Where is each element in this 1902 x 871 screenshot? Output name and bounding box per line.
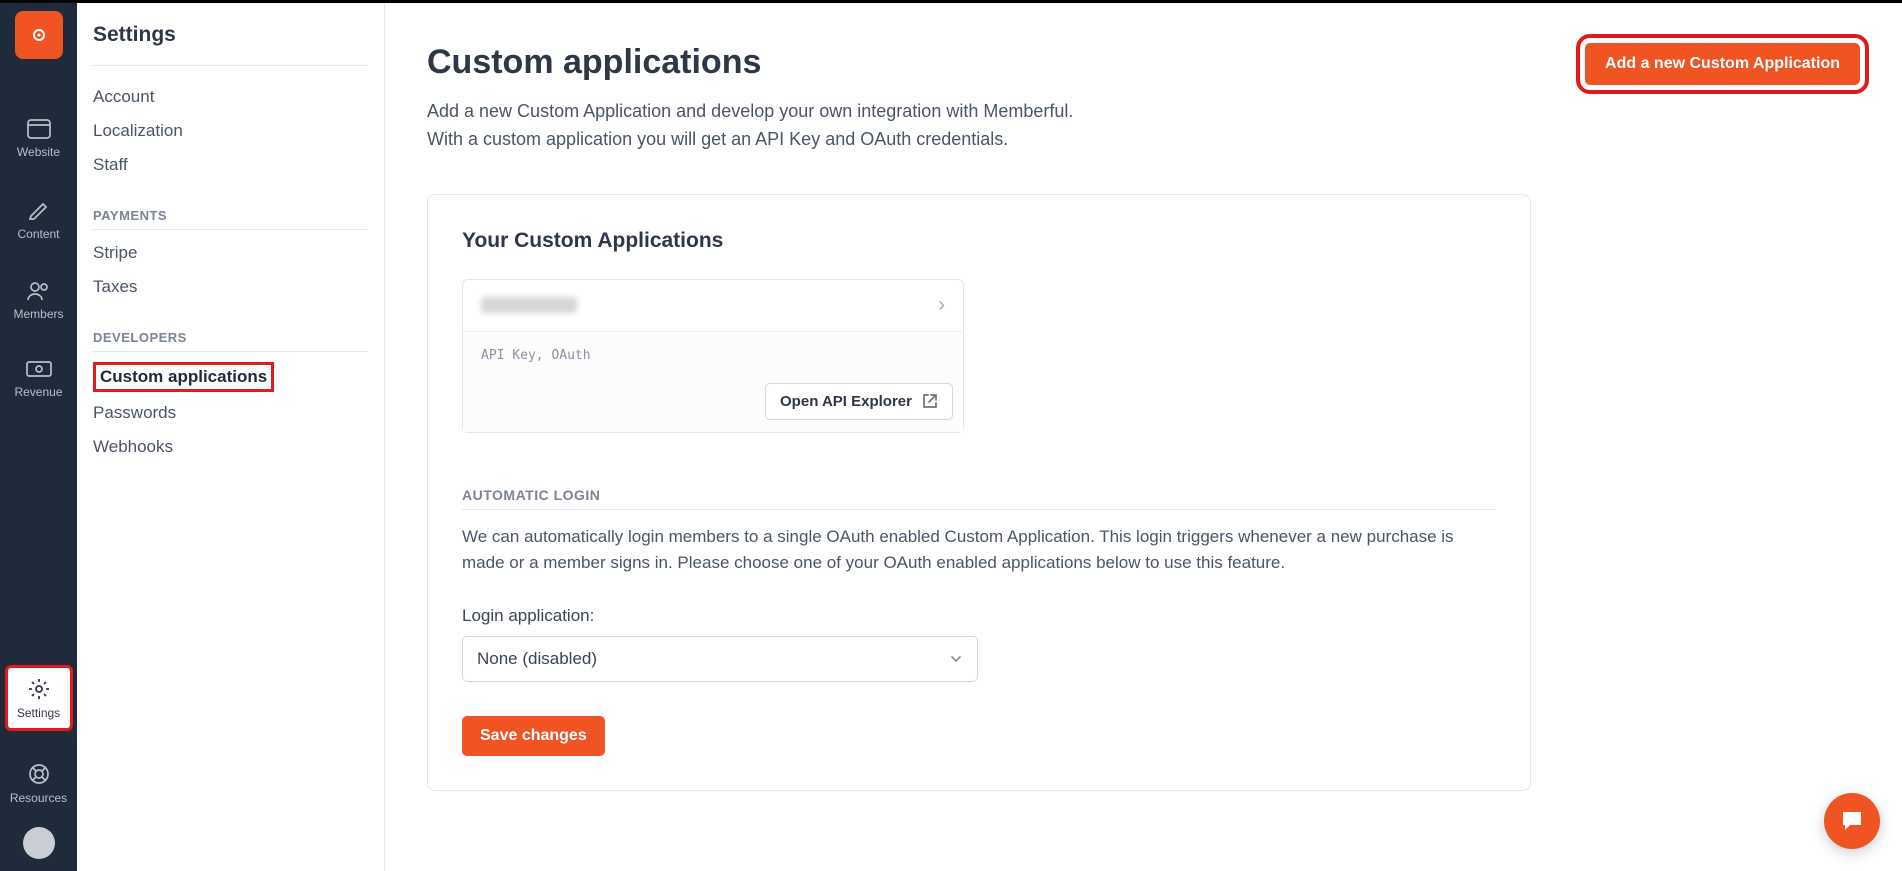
- nav-revenue[interactable]: Revenue: [5, 351, 73, 407]
- settings-link-account[interactable]: Account: [93, 80, 368, 114]
- login-application-label: Login application:: [462, 606, 1496, 626]
- people-icon: [26, 281, 52, 301]
- nav-website[interactable]: Website: [5, 109, 73, 167]
- nav-resources[interactable]: Resources: [5, 753, 73, 813]
- settings-link-staff[interactable]: Staff: [93, 148, 368, 182]
- save-changes-button[interactable]: Save changes: [462, 716, 605, 756]
- user-avatar[interactable]: [23, 827, 55, 859]
- main-content: Custom applications Add a new Custom App…: [385, 3, 1902, 871]
- application-name-redacted: [481, 297, 577, 313]
- lifebuoy-icon: [28, 763, 50, 785]
- application-meta: API Key, OAuth: [463, 332, 963, 375]
- nav-label: Website: [17, 145, 60, 159]
- browser-icon: [27, 119, 51, 139]
- settings-section-developers: DEVELOPERS: [93, 304, 368, 352]
- nav-label: Resources: [10, 791, 67, 805]
- nav-members[interactable]: Members: [5, 271, 73, 329]
- chat-icon: [1839, 808, 1865, 834]
- settings-link-passwords[interactable]: Passwords: [93, 396, 368, 430]
- chevron-down-icon: [949, 652, 963, 666]
- automatic-login-header: AUTOMATIC LOGIN: [462, 487, 1496, 510]
- custom-applications-card: Your Custom Applications › API Key, OAut…: [427, 194, 1531, 792]
- nav-label: Settings: [17, 706, 60, 720]
- application-row[interactable]: ›: [463, 280, 963, 332]
- add-custom-application-button[interactable]: Add a new Custom Application: [1585, 43, 1860, 85]
- settings-link-taxes[interactable]: Taxes: [93, 270, 368, 304]
- login-application-select[interactable]: None (disabled): [462, 636, 978, 682]
- settings-link-custom-applications[interactable]: Custom applications: [93, 362, 274, 392]
- brand-logo[interactable]: [15, 11, 63, 59]
- open-api-explorer-button[interactable]: Open API Explorer: [765, 383, 953, 420]
- nav-content[interactable]: Content: [5, 189, 73, 249]
- settings-link-stripe[interactable]: Stripe: [93, 236, 368, 270]
- gear-icon: [28, 678, 50, 700]
- money-icon: [26, 361, 52, 379]
- external-link-icon: [922, 393, 938, 409]
- page-subtitle-2: With a custom application you will get a…: [427, 126, 1073, 154]
- pencil-icon: [28, 199, 50, 221]
- page-title: Custom applications: [427, 43, 1073, 82]
- settings-section-payments: PAYMENTS: [93, 182, 368, 230]
- nav-settings[interactable]: Settings: [5, 665, 73, 731]
- logo-icon: [32, 28, 46, 42]
- settings-title: Settings: [93, 23, 368, 66]
- page-subtitle-1: Add a new Custom Application and develop…: [427, 98, 1073, 126]
- card-title: Your Custom Applications: [462, 229, 1496, 253]
- application-item: › API Key, OAuth Open API Explorer: [462, 279, 964, 433]
- nav-label: Content: [17, 227, 59, 241]
- nav-label: Revenue: [14, 385, 62, 399]
- chevron-right-icon: ›: [938, 294, 945, 317]
- nav-label: Members: [13, 307, 63, 321]
- button-label: Open API Explorer: [780, 393, 912, 410]
- settings-sidebar: Settings Account Localization Staff PAYM…: [77, 3, 385, 871]
- settings-link-webhooks[interactable]: Webhooks: [93, 430, 368, 464]
- chat-launcher[interactable]: [1824, 793, 1880, 849]
- select-value: None (disabled): [477, 649, 597, 669]
- settings-link-localization[interactable]: Localization: [93, 114, 368, 148]
- automatic-login-description: We can automatically login members to a …: [462, 524, 1496, 577]
- primary-nav: Website Content Members Revenue Settings…: [0, 3, 77, 871]
